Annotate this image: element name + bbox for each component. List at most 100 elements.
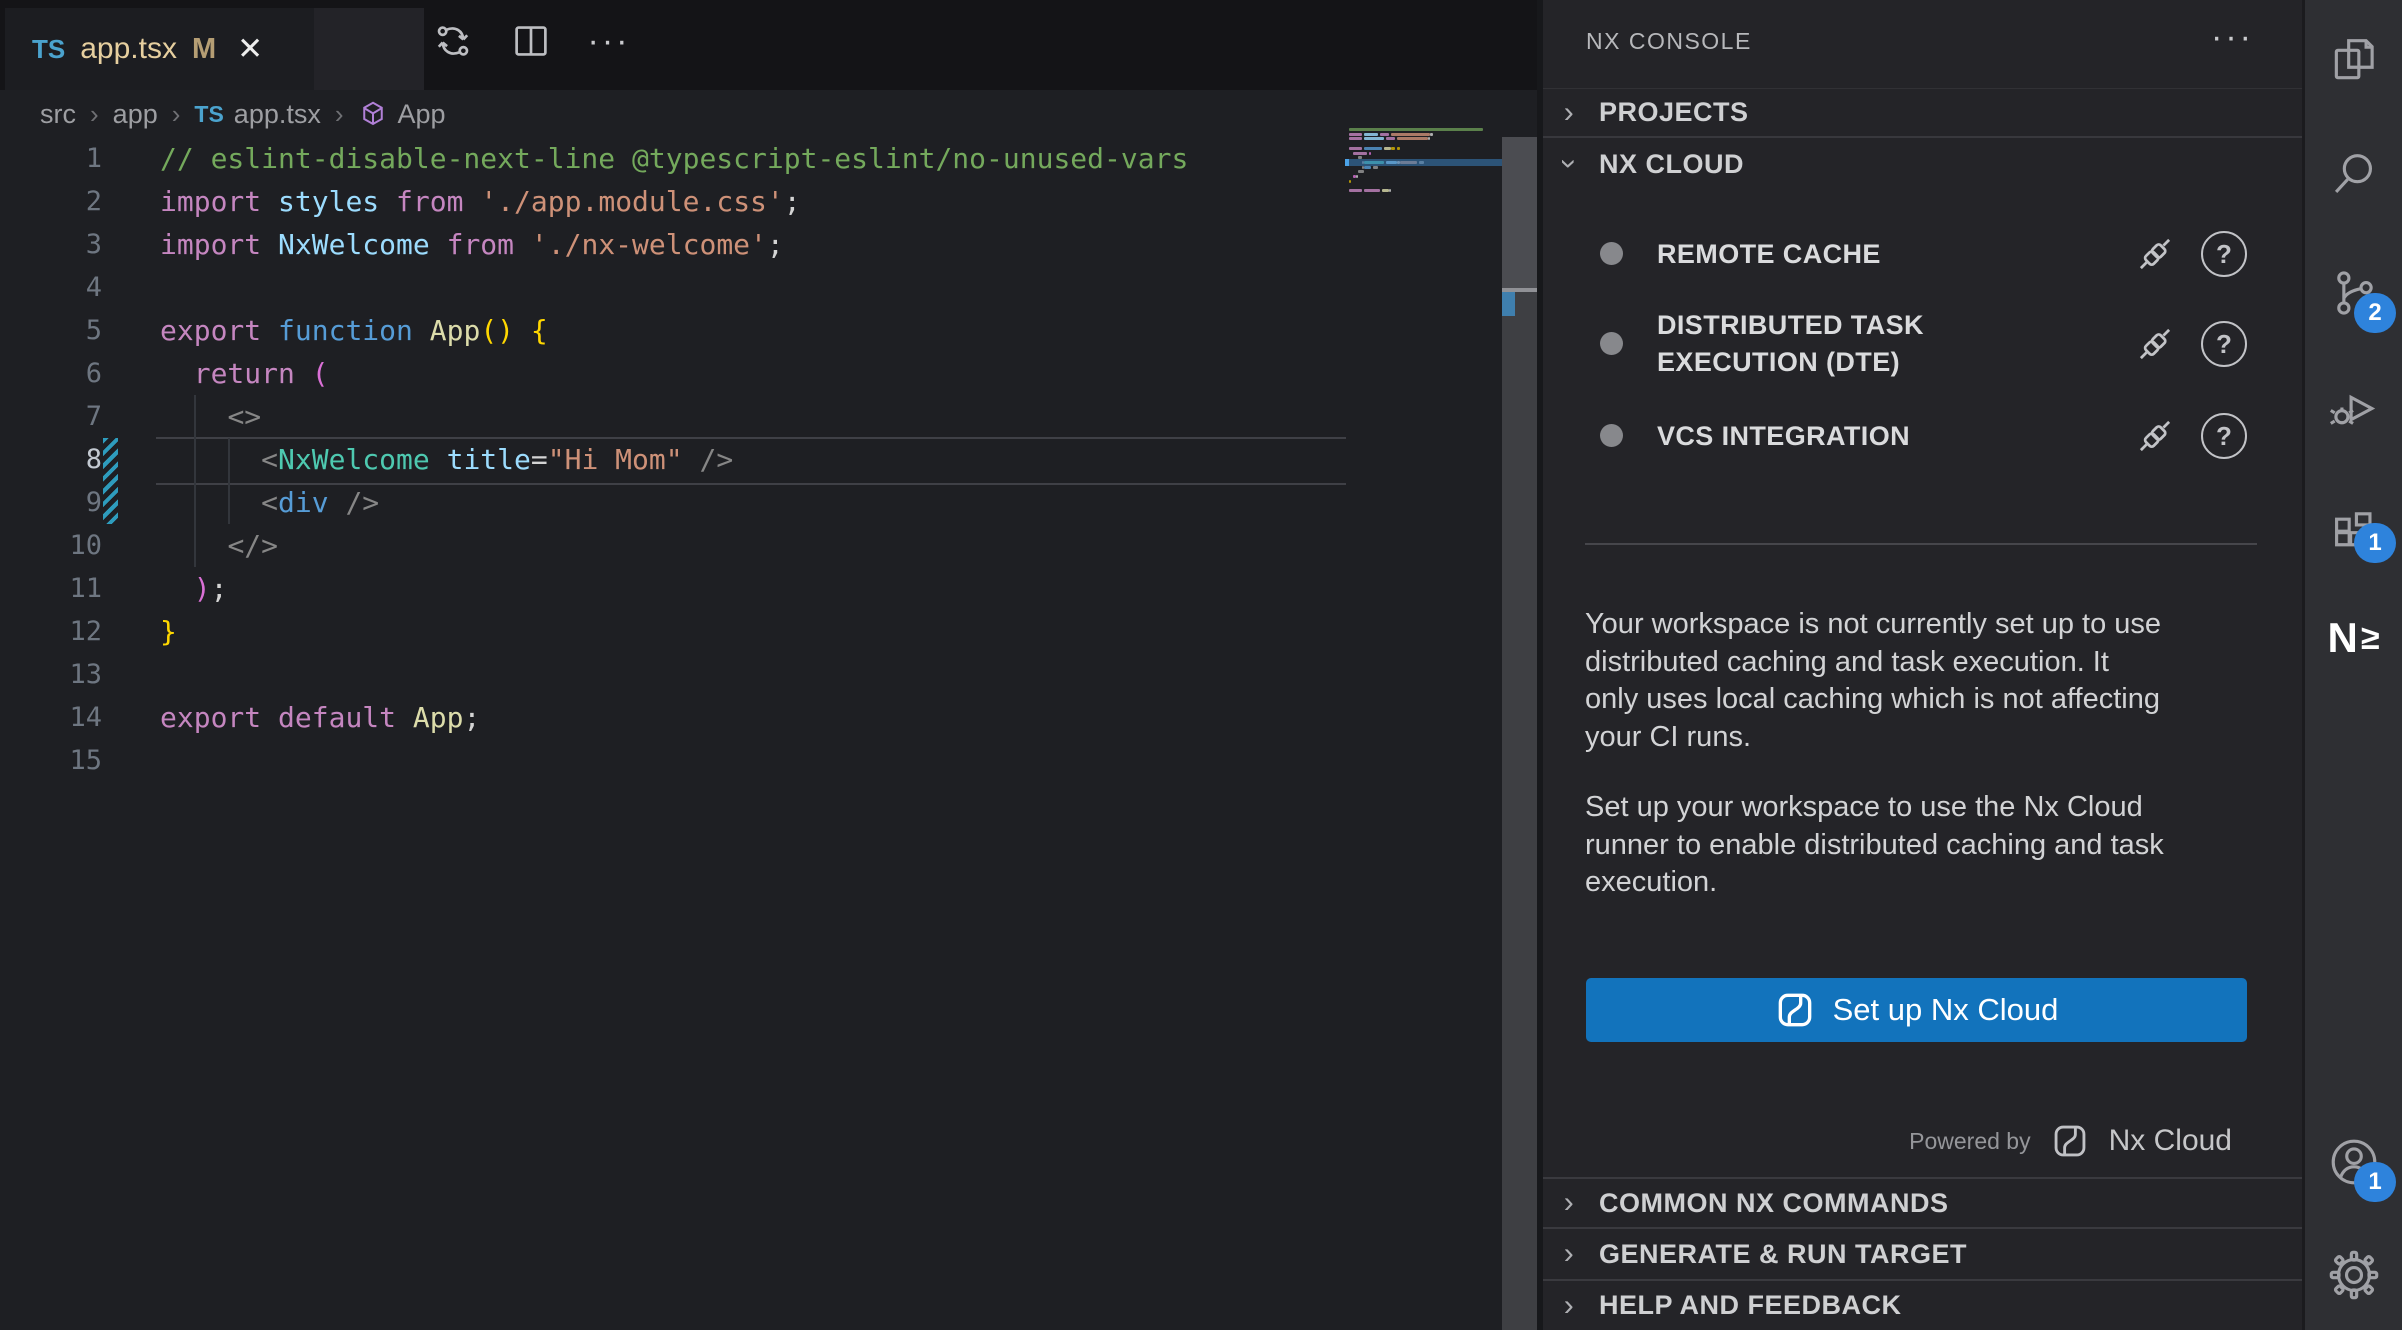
line-number: 3 (0, 223, 102, 266)
section-projects[interactable]: › PROJECTS (1543, 88, 2302, 138)
line-number: 14 (0, 696, 102, 739)
section-label: HELP AND FEEDBACK (1599, 1290, 1902, 1321)
breadcrumb-item-src[interactable]: src (40, 99, 76, 130)
activity-settings[interactable] (2324, 1245, 2384, 1305)
section-generate-run-target[interactable]: ›GENERATE & RUN TARGET (1543, 1227, 2302, 1279)
nx-cloud-icon (1775, 990, 1815, 1030)
chevron-right-icon: › (1557, 96, 1581, 130)
breadcrumb-separator-icon: › (335, 99, 344, 130)
nx-cloud-item-distributed[interactable]: DISTRIBUTED TASK EXECUTION (DTE)? (1543, 296, 2302, 392)
minimap-line (1349, 170, 1364, 173)
activity-run-and-debug[interactable] (2324, 378, 2384, 438)
code-line: </> (160, 524, 1188, 567)
minimap-line (1349, 133, 1433, 136)
line-number: 9 (0, 481, 102, 524)
minimap-line (1349, 128, 1483, 131)
button-label: Set up Nx Cloud (1833, 992, 2059, 1028)
activity-search[interactable] (2324, 144, 2384, 204)
item-label: REMOTE CACHE (1657, 236, 2087, 273)
help-icon[interactable]: ? (2201, 231, 2247, 277)
help-icon[interactable]: ? (2201, 413, 2247, 459)
line-number: 11 (0, 567, 102, 610)
help-icon[interactable]: ? (2201, 321, 2247, 367)
section-label: NX CLOUD (1599, 149, 1744, 180)
connect-icon[interactable] (2133, 414, 2177, 458)
code-line: return ( (160, 352, 1188, 395)
git-modified-badge: M (192, 33, 216, 66)
minimap-line (1349, 166, 1378, 169)
code-editor[interactable]: // eslint-disable-next-line @typescript-… (160, 137, 1188, 782)
connect-icon[interactable] (2133, 232, 2177, 276)
breadcrumb-item-app-tsx[interactable]: TSapp.tsx (194, 99, 320, 130)
line-number: 2 (0, 180, 102, 223)
chevron-right-icon: › (1557, 1186, 1581, 1220)
activity-nx-console[interactable]: N≥ (2324, 608, 2384, 668)
nx-cloud-brand: Nx Cloud (2109, 1124, 2232, 1158)
activity-extensions[interactable]: 1 (2324, 493, 2384, 553)
text-line: only uses local caching which is not aff… (1585, 681, 2161, 719)
status-bullet-icon (1600, 242, 1623, 265)
tab-label: app.tsx (80, 32, 177, 66)
item-actions: ? (2133, 413, 2247, 459)
tab-app-tsx[interactable]: TS app.tsx M ✕ (5, 8, 314, 90)
workspace-status-text: Your workspace is not currently set up t… (1585, 606, 2161, 756)
breadcrumb-item-app[interactable]: App (358, 99, 446, 130)
badge: 1 (2354, 1162, 2396, 1202)
code-line: import styles from './app.module.css'; (160, 180, 1188, 223)
activity-explorer[interactable] (2324, 30, 2384, 90)
nx-cloud-item-vcs[interactable]: VCS INTEGRATION? (1543, 404, 2302, 468)
typescript-file-icon: TS (194, 101, 223, 128)
minimap-line (1349, 152, 1371, 155)
line-number: 7 (0, 395, 102, 438)
scrollbar-thumb[interactable] (1502, 137, 1537, 288)
code-line: <div /> (160, 481, 1188, 524)
section-help-and-feedback[interactable]: › HELP AND FEEDBACK (1543, 1279, 2302, 1330)
nx-cloud-item-remote[interactable]: REMOTE CACHE? (1543, 222, 2302, 286)
line-number: 1 (0, 137, 102, 180)
split-editor-icon[interactable] (508, 18, 554, 64)
item-actions: ? (2133, 231, 2247, 277)
open-changes-icon[interactable] (430, 18, 476, 64)
text-line: distributed caching and task execution. … (1585, 644, 2161, 682)
breadcrumb-separator-icon: › (90, 99, 99, 130)
text-line: Your workspace is not currently set up t… (1585, 606, 2161, 644)
more-actions-icon[interactable]: ··· (586, 18, 632, 64)
section-common-nx-commands[interactable]: ›COMMON NX COMMANDS (1543, 1177, 2302, 1227)
powered-by-label: Powered by (1909, 1128, 2030, 1155)
connect-icon[interactable] (2133, 322, 2177, 366)
line-number: 13 (0, 653, 102, 696)
activity-source-control[interactable]: 2 (2324, 263, 2384, 323)
activity-accounts[interactable]: 1 (2324, 1132, 2384, 1192)
section-nx-cloud[interactable]: › NX CLOUD (1543, 140, 2302, 188)
text-line: Set up your workspace to use the Nx Clou… (1585, 789, 2164, 827)
line-number: 4 (0, 266, 102, 309)
badge: 1 (2354, 523, 2396, 563)
minimap-line (1349, 180, 1351, 183)
minimap[interactable] (1345, 128, 1502, 218)
setup-nx-cloud-button[interactable]: Set up Nx Cloud (1586, 978, 2247, 1042)
divider (1585, 543, 2257, 545)
chevron-down-icon: › (1552, 152, 1586, 176)
close-icon[interactable]: ✕ (237, 31, 263, 67)
code-line: import NxWelcome from './nx-welcome'; (160, 223, 1188, 266)
status-bullet-icon (1600, 424, 1623, 447)
overview-ruler-modified-marker (1502, 292, 1515, 316)
text-line: execution. (1585, 864, 2164, 902)
chevron-right-icon: › (1557, 1289, 1581, 1323)
vscode-window: TS app.tsx M ✕ ··· src›app›TSapp.tsx›App (0, 0, 2402, 1330)
gutter-modified-indicator (103, 438, 118, 524)
section-label: GENERATE & RUN TARGET (1599, 1239, 1967, 1270)
line-number: 12 (0, 610, 102, 653)
line-number: 6 (0, 352, 102, 395)
breadcrumb-item-app[interactable]: app (113, 99, 158, 130)
code-line (160, 266, 1188, 309)
code-line: <> (160, 395, 1188, 438)
text-line: your CI runs. (1585, 719, 2161, 757)
item-actions: ? (2133, 321, 2247, 367)
minimap-current-line (1345, 159, 1506, 166)
code-line: // eslint-disable-next-line @typescript-… (160, 137, 1188, 180)
line-number: 5 (0, 309, 102, 352)
line-number: 10 (0, 524, 102, 567)
panel-more-actions-icon[interactable]: ··· (2211, 18, 2254, 57)
status-bullet-icon (1600, 332, 1623, 355)
